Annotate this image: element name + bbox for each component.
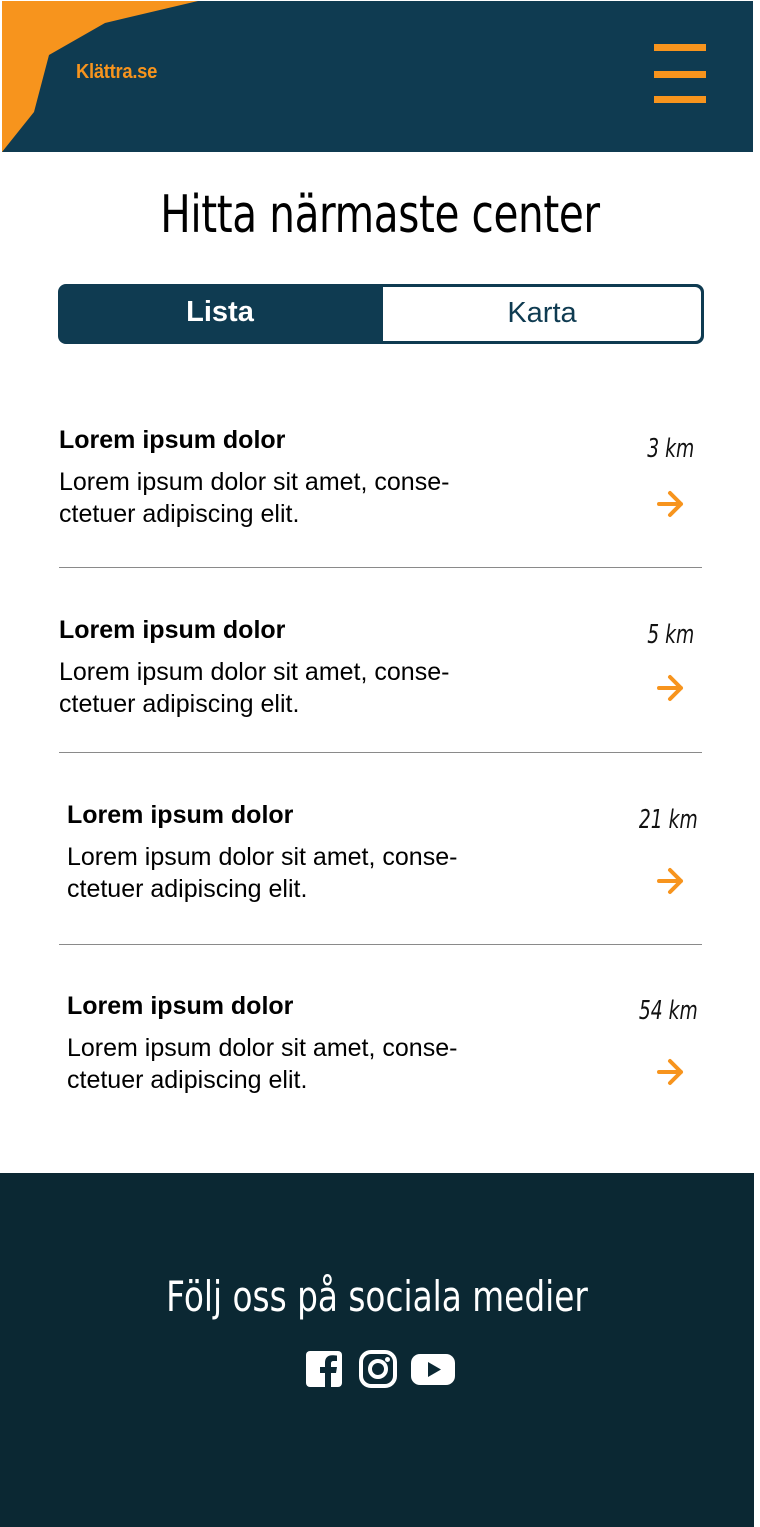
divider — [59, 752, 702, 753]
list-item[interactable]: Lorem ipsum dolor Lorem ipsum dolor sit … — [58, 614, 702, 724]
center-title: Lorem ipsum dolor — [59, 426, 286, 454]
page-title: Hitta närmaste center — [160, 185, 600, 245]
instagram-icon[interactable] — [358, 1349, 398, 1389]
list-item[interactable]: Lorem ipsum dolor Lorem ipsum dolor sit … — [58, 799, 702, 909]
center-distance: 21 km — [639, 805, 698, 835]
center-description: Lorem ipsum dolor sit amet, conse-ctetue… — [59, 468, 450, 528]
center-distance: 3 km — [647, 434, 694, 464]
center-title: Lorem ipsum dolor — [67, 992, 294, 1020]
site-logo[interactable]: Klättra.se — [76, 61, 157, 84]
center-title: Lorem ipsum dolor — [59, 616, 286, 644]
center-distance: 54 km — [639, 996, 698, 1026]
center-description: Lorem ipsum dolor sit amet, conse-ctetue… — [67, 1034, 458, 1094]
hamburger-menu-icon[interactable] — [654, 44, 706, 104]
divider — [59, 567, 702, 568]
site-footer: Följ oss på sociala medier — [0, 1173, 754, 1527]
arrow-right-icon[interactable] — [656, 674, 686, 702]
arrow-right-icon[interactable] — [656, 867, 686, 895]
tab-lista[interactable]: Lista — [58, 284, 382, 344]
center-description: Lorem ipsum dolor sit amet, conse-ctetue… — [59, 658, 450, 718]
center-title: Lorem ipsum dolor — [67, 801, 294, 829]
list-item[interactable]: Lorem ipsum dolor Lorem ipsum dolor sit … — [58, 990, 702, 1100]
youtube-icon[interactable] — [410, 1349, 456, 1389]
view-toggle: Lista Karta — [58, 284, 704, 344]
center-description: Lorem ipsum dolor sit amet, conse-ctetue… — [67, 843, 458, 903]
arrow-right-icon[interactable] — [656, 490, 686, 518]
center-distance: 5 km — [647, 620, 694, 650]
site-header: Klättra.se — [2, 1, 753, 152]
list-item[interactable]: Lorem ipsum dolor Lorem ipsum dolor sit … — [58, 424, 702, 534]
divider — [59, 944, 702, 945]
arrow-right-icon[interactable] — [656, 1058, 686, 1086]
facebook-icon[interactable] — [304, 1349, 344, 1389]
tab-karta[interactable]: Karta — [383, 287, 701, 341]
footer-title: Följ oss på sociala medier — [166, 1272, 588, 1321]
